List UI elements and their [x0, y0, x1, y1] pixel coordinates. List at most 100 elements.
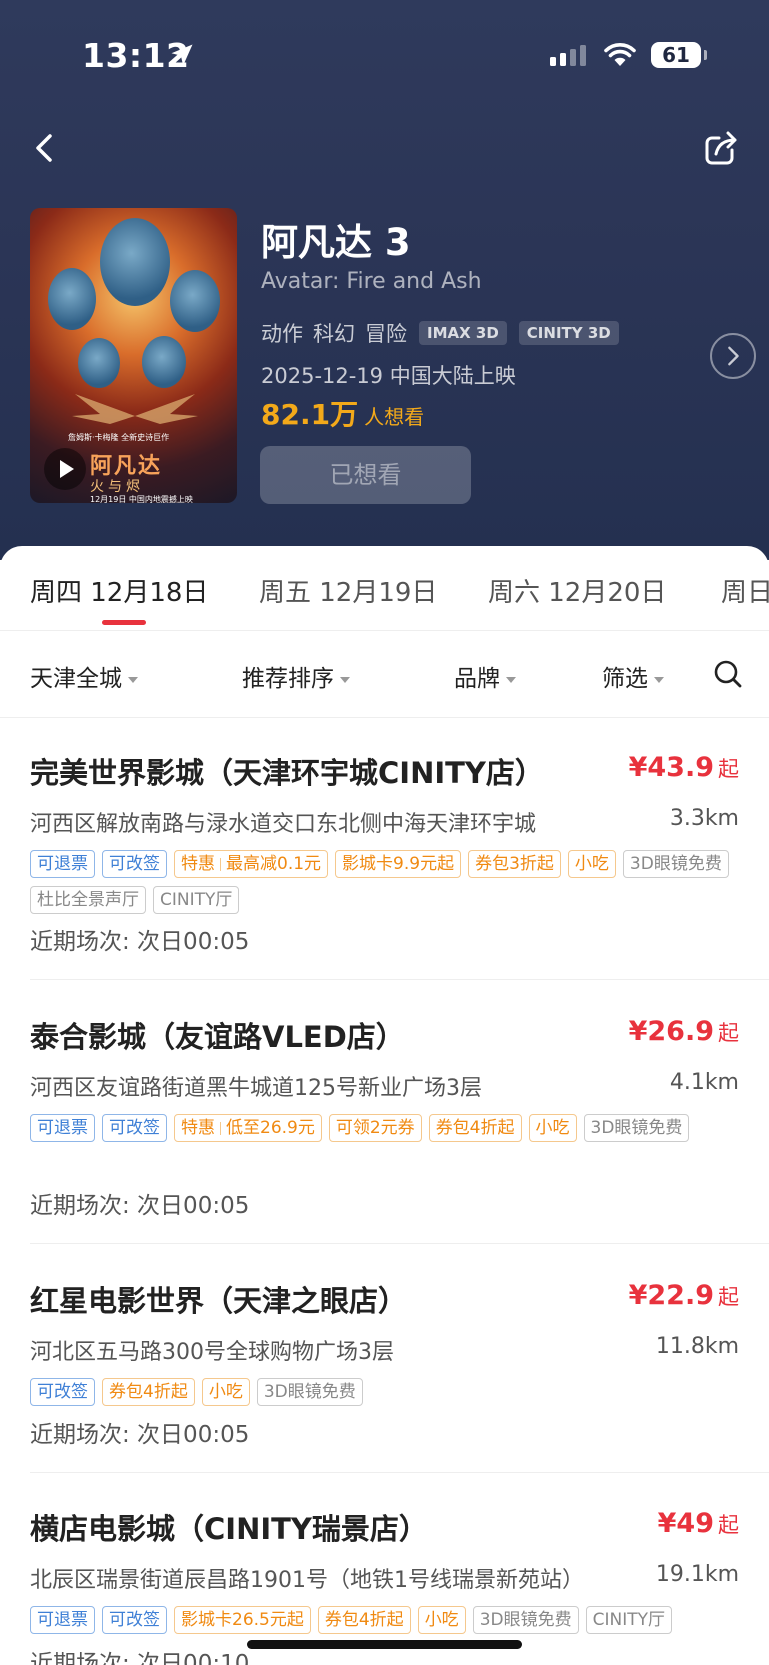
price-value: ¥49: [657, 1508, 714, 1539]
genre-label: 冒险: [365, 322, 407, 346]
price-value: ¥43.9: [628, 752, 714, 783]
divider: [30, 1472, 769, 1473]
tag-discount: 特惠 最高减0.1元: [174, 850, 329, 878]
tab-date[interactable]: 周六 12月20日: [488, 572, 666, 609]
cinema-price: ¥49 起: [658, 1508, 739, 1539]
release-info: 2025-12-19 中国大陆上映: [261, 364, 516, 388]
cinema-item[interactable]: 完美世界影城（天津环宇城CINITY店） ¥43.9 起 河西区解放南路与渌水道交…: [30, 750, 739, 970]
tab-date[interactable]: 周四 12月18日: [30, 572, 208, 609]
search-icon[interactable]: [713, 659, 743, 689]
tag-coupon-pack: 券包4折起: [102, 1378, 195, 1406]
tag-reschedulable: 可改签: [102, 1114, 167, 1142]
share-icon[interactable]: [702, 128, 742, 168]
format-badge: IMAX 3D: [419, 321, 507, 345]
cinema-address: 河北区五马路300号全球购物广场3层: [30, 1340, 394, 1365]
cinema-address: 北辰区瑞景街道辰昌路1901号（地铁1号线瑞景新苑站）: [30, 1568, 584, 1593]
creature-wings: [72, 394, 198, 424]
cinema-session: 近期场次: 次日00:05: [30, 929, 250, 955]
cinema-distance: 4.1km: [669, 1070, 739, 1095]
tag-3d-glasses: 3D眼镜免费: [472, 1606, 579, 1634]
cinema-name: 完美世界影城（天津环宇城CINITY店）: [30, 756, 544, 790]
tag-coupon: 可领2元券: [328, 1114, 422, 1142]
tag-discount-label: 特惠: [181, 854, 215, 874]
tag-coupon-pack: 券包4折起: [428, 1114, 522, 1142]
tag-member-card: 影城卡26.5元起: [174, 1606, 311, 1634]
cinema-list-sheet: 周四 12月18日 周五 12月19日 周六 12月20日 周日 天津全城 推荐…: [0, 546, 769, 1665]
filter-bar: 天津全城 推荐排序 品牌 筛选: [0, 631, 769, 717]
tag-reschedulable: 可改签: [102, 1606, 167, 1634]
poster-top-text: 詹姆斯·卡梅隆 全新史诗巨作: [68, 433, 170, 442]
cinema-item[interactable]: 泰合影城（友谊路VLED店） ¥26.9 起 河西区友谊路街道黑牛城道125号新业…: [30, 1014, 739, 1234]
tab-date[interactable]: 周日: [721, 572, 769, 609]
active-tab-indicator: [102, 620, 146, 625]
cellular-signal-icon: [550, 44, 586, 66]
cinema-tags: 可退票 可改签 特惠 低至26.9元 可领2元券 券包4折起 小吃 3D眼镜免费: [30, 1114, 739, 1142]
tag-dolby: 杜比全景声厅: [30, 886, 146, 914]
tag-reschedulable: 可改签: [102, 850, 167, 878]
tag-refundable: 可退票: [30, 1606, 95, 1634]
cinema-session: 近期场次: 次日00:05: [30, 1422, 250, 1448]
tag-3d-glasses: 3D眼镜免费: [622, 850, 729, 878]
cinema-distance: 19.1km: [655, 1562, 739, 1587]
movie-poster[interactable]: 詹姆斯·卡梅隆 全新史诗巨作 阿凡达 火与烬 12月19日 中国内地震撼上映: [30, 208, 237, 503]
tag-snacks: 小吃: [567, 850, 616, 878]
divider: [30, 1243, 769, 1244]
cinema-address: 河西区友谊路街道黑牛城道125号新业广场3层: [30, 1076, 482, 1101]
tag-cinity: CINITY厅: [585, 1606, 672, 1634]
poster-date: 12月19日 中国内地震撼上映: [90, 495, 193, 503]
cinema-price: ¥22.9 起: [629, 1280, 739, 1311]
tag-reschedulable: 可改签: [30, 1378, 95, 1406]
cinema-name: 红星电影世界（天津之眼店）: [30, 1284, 408, 1318]
divider: [0, 717, 769, 718]
tag-discount: 特惠 低至26.9元: [174, 1114, 322, 1142]
tag-cinity: CINITY厅: [153, 886, 240, 914]
cinema-distance: 3.3km: [669, 806, 739, 831]
cinema-name: 横店电影城（CINITY瑞景店）: [30, 1512, 428, 1546]
price-suffix: 起: [718, 1021, 739, 1045]
tag-discount-detail: 低至26.9元: [226, 1118, 315, 1138]
movie-genres: 动作 科幻 冒险 IMAX 3D CINITY 3D: [261, 318, 619, 348]
tag-refundable: 可退票: [30, 1114, 95, 1142]
cinema-distance: 11.8km: [655, 1334, 739, 1359]
cinema-session: 近期场次: 次日00:05: [30, 1193, 250, 1219]
movie-header: 13:12 61 詹姆斯·卡梅隆 全新史诗巨作 阿凡达 火与烬 12月19日 中…: [0, 0, 769, 560]
filter-brand[interactable]: 品牌: [454, 659, 516, 693]
cinema-item[interactable]: 红星电影世界（天津之眼店） ¥22.9 起 河北区五马路300号全球购物广场3层 …: [30, 1278, 739, 1468]
want-unit: 人想看: [364, 405, 425, 429]
battery-icon: 61: [651, 42, 707, 68]
genre-label: 动作: [261, 322, 303, 346]
price-value: ¥22.9: [628, 1280, 714, 1311]
cinema-tags: 可退票 可改签 影城卡26.5元起 券包4折起 小吃 3D眼镜免费 CINITY…: [30, 1606, 739, 1634]
chevron-right-icon[interactable]: [710, 333, 756, 379]
cinema-tags: 可退票 可改签 特惠 最高减0.1元 影城卡9.9元起 券包3折起 小吃 3D眼镜…: [30, 850, 739, 914]
location-arrow-icon: [171, 44, 193, 66]
price-suffix: 起: [718, 1285, 739, 1309]
home-indicator[interactable]: [247, 1640, 522, 1649]
tag-coupon-pack: 券包4折起: [317, 1606, 411, 1634]
movie-english-title: Avatar: Fire and Ash: [261, 269, 482, 294]
cinema-session: 近期场次: 次日00:10: [30, 1651, 250, 1665]
wifi-icon: [604, 43, 636, 66]
cinema-tags: 可改签 券包4折起 小吃 3D眼镜免费: [30, 1378, 739, 1406]
filter-city[interactable]: 天津全城: [30, 659, 138, 693]
tag-member-card: 影城卡9.9元起: [335, 850, 462, 878]
format-badge: CINITY 3D: [518, 321, 619, 345]
movie-title: 阿凡达 3: [261, 221, 411, 264]
tag-snacks: 小吃: [528, 1114, 577, 1142]
back-chevron-icon[interactable]: [28, 128, 64, 168]
tag-3d-glasses: 3D眼镜免费: [256, 1378, 363, 1406]
tab-date[interactable]: 周五 12月19日: [259, 572, 437, 609]
poster-subtitle: 火与烬: [90, 479, 144, 495]
cinema-address: 河西区解放南路与渌水道交口东北侧中海天津环宇城: [30, 812, 537, 837]
filter-more[interactable]: 筛选: [602, 659, 664, 693]
tag-coupon-pack: 券包3折起: [468, 850, 561, 878]
play-icon[interactable]: [44, 448, 86, 490]
want-number: 82.1万: [261, 398, 359, 431]
tag-discount-detail: 最高减0.1元: [226, 854, 322, 874]
want-to-watch-button[interactable]: 已想看: [260, 446, 471, 504]
filter-sort[interactable]: 推荐排序: [242, 659, 350, 693]
price-suffix: 起: [718, 757, 739, 781]
tag-refundable: 可退票: [30, 850, 95, 878]
tag-discount-label: 特惠: [181, 1118, 215, 1138]
divider: [30, 979, 769, 980]
